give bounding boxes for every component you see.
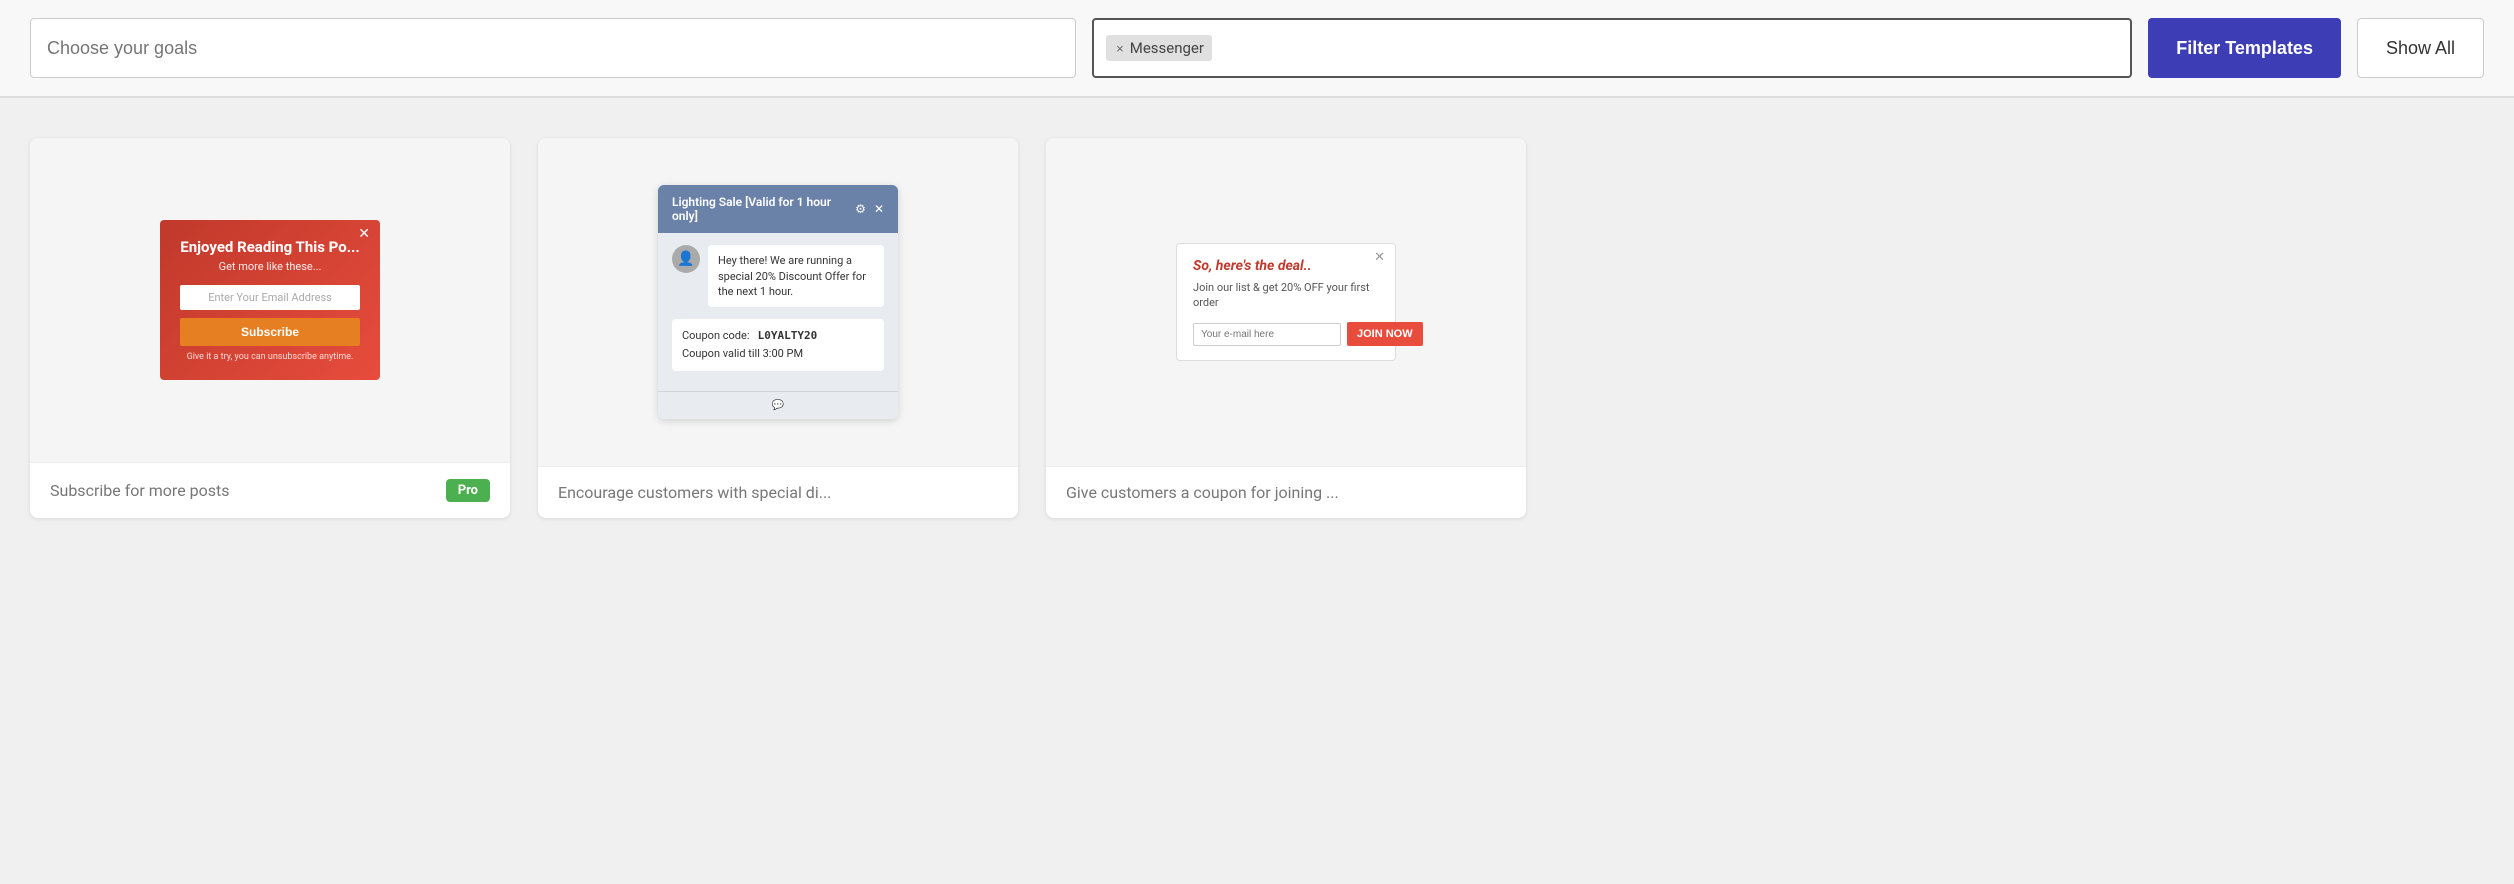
show-all-button[interactable]: Show All <box>2357 18 2484 78</box>
coupon-form: JOIN NOW <box>1193 322 1379 346</box>
deal-text: Join our list & get 20% OFF your first o… <box>1193 280 1379 311</box>
coupon-close-icon: ✕ <box>1374 250 1385 265</box>
template-card-3[interactable]: ✕ So, here's the deal.. Join our list & … <box>1046 138 1526 518</box>
join-now-button[interactable]: JOIN NOW <box>1347 322 1423 346</box>
divider <box>0 97 2514 98</box>
goals-input[interactable] <box>30 18 1076 78</box>
card-label-1: Subscribe for more posts <box>50 481 230 500</box>
template-card-2[interactable]: Lighting Sale [Valid for 1 hour only] ⚙ … <box>538 138 1018 518</box>
card-preview-1: ✕ Enjoyed Reading This Po... Get more li… <box>30 138 510 462</box>
coupon-code: L0YALTY20 <box>758 329 818 342</box>
coupon-email-input[interactable] <box>1193 323 1341 346</box>
tag-remove-button[interactable]: × <box>1114 42 1126 55</box>
messenger-header: Lighting Sale [Valid for 1 hour only] ⚙ … <box>658 185 898 233</box>
coupon-valid: Coupon valid till 3:00 PM <box>682 345 874 363</box>
coupon-area: Coupon code: L0YALTY20 Coupon valid till… <box>672 319 884 370</box>
popup-close-icon: ✕ <box>358 226 370 242</box>
top-bar: × Messenger Filter Templates Show All <box>0 0 2514 97</box>
messenger-footer: 💬 <box>658 391 898 419</box>
popup-subtitle: Get more like these... <box>180 260 360 273</box>
messenger-body: 👤 Hey there! We are running a special 20… <box>658 233 898 390</box>
card-footer-1: Subscribe for more posts Pro <box>30 462 510 518</box>
popup-unsub-text: Give it a try, you can unsubscribe anyti… <box>180 352 360 362</box>
card-footer-3: Give customers a coupon for joining ... <box>1046 466 1526 518</box>
filter-templates-button[interactable]: Filter Templates <box>2148 18 2341 78</box>
pro-badge: Pro <box>446 479 490 502</box>
popup-red: ✕ Enjoyed Reading This Po... Get more li… <box>160 220 380 380</box>
card-preview-2: Lighting Sale [Valid for 1 hour only] ⚙ … <box>538 138 1018 466</box>
messenger-header-title: Lighting Sale [Valid for 1 hour only] <box>672 195 855 223</box>
tag-input-wrapper[interactable]: × Messenger <box>1092 18 2132 78</box>
card-preview-3: ✕ So, here's the deal.. Join our list & … <box>1046 138 1526 466</box>
template-card-1[interactable]: ✕ Enjoyed Reading This Po... Get more li… <box>30 138 510 518</box>
cards-area: ✕ Enjoyed Reading This Po... Get more li… <box>0 118 2514 558</box>
messenger-bubble: Hey there! We are running a special 20% … <box>708 245 884 307</box>
messenger-message: 👤 Hey there! We are running a special 20… <box>672 245 884 307</box>
popup-subscribe-button[interactable]: Subscribe <box>180 318 360 346</box>
coupon-popup: ✕ So, here's the deal.. Join our list & … <box>1176 243 1396 362</box>
card-label-2: Encourage customers with special di... <box>558 483 831 502</box>
gear-icon: ⚙ <box>855 202 866 216</box>
avatar: 👤 <box>672 245 700 273</box>
popup-title: Enjoyed Reading This Po... <box>180 238 360 256</box>
messenger-tag: × Messenger <box>1106 35 1212 61</box>
card-footer-2: Encourage customers with special di... <box>538 466 1018 518</box>
tag-label: Messenger <box>1130 39 1204 57</box>
coupon-label: Coupon code: <box>682 329 749 342</box>
popup-email-display: Enter Your Email Address <box>180 285 360 310</box>
coupon-label-line: Coupon code: L0YALTY20 <box>682 327 874 345</box>
deal-title: So, here's the deal.. <box>1193 258 1379 274</box>
tag-search-input[interactable] <box>1220 39 2118 57</box>
close-icon: ✕ <box>874 202 884 216</box>
card-label-3: Give customers a coupon for joining ... <box>1066 483 1339 502</box>
messenger-header-icons: ⚙ ✕ <box>855 202 884 216</box>
messenger-popup: Lighting Sale [Valid for 1 hour only] ⚙ … <box>658 185 898 418</box>
